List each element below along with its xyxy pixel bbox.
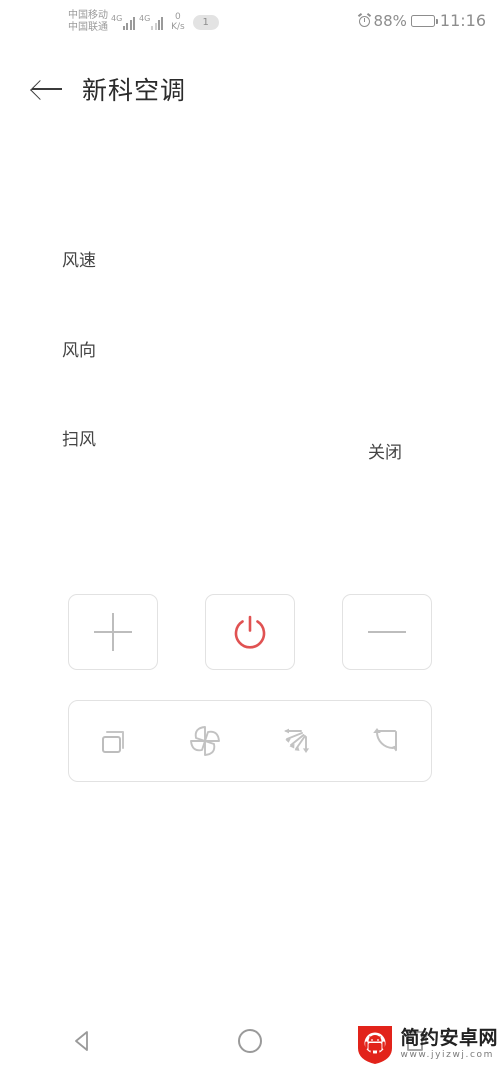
nav-back-triangle-icon — [75, 1031, 89, 1051]
wind-direction-icon — [284, 728, 310, 753]
network-speed-value: 0 — [175, 12, 181, 22]
setting-row-wind-direction[interactable]: 风向 — [62, 336, 96, 361]
watermark-site-url: www.jyizwj.com — [400, 1049, 494, 1060]
battery-icon — [410, 14, 438, 27]
control-button-row — [0, 594, 500, 674]
nav-home-button[interactable] — [215, 1017, 285, 1065]
sim2-network-type: 4G — [139, 13, 151, 23]
setting-row-fan-speed[interactable]: 风速 — [62, 246, 96, 271]
power-icon — [234, 615, 266, 649]
fan-speed-button[interactable] — [160, 701, 251, 781]
network-speed-unit: K/s — [171, 22, 185, 32]
increase-button[interactable] — [68, 594, 158, 670]
power-button[interactable] — [205, 594, 295, 670]
swing-button[interactable] — [341, 701, 432, 781]
minus-icon — [368, 631, 406, 633]
fan-pinwheel-icon — [189, 726, 220, 756]
decrease-button[interactable] — [342, 594, 432, 670]
status-bar: 中国移动 中国联通 4G 4G 0 K/s 1 88% 11:16 — [0, 0, 500, 48]
sim1-network-type: 4G — [111, 13, 123, 23]
status-bar-clock: 11:16 — [439, 11, 486, 30]
swing-loop-icon — [372, 728, 397, 752]
sim1-signal-bars-icon — [123, 16, 136, 30]
plus-icon — [94, 613, 132, 651]
status-bar-left: 中国移动 中国联通 4G 4G 0 K/s 1 — [68, 10, 219, 34]
signal-indicators: 4G 4G — [111, 13, 167, 30]
back-button[interactable] — [20, 62, 74, 116]
watermark-site-name: 简约安卓网 — [400, 1026, 498, 1049]
carrier-names: 中国移动 中国联通 — [68, 10, 108, 34]
notification-count-badge: 1 — [192, 14, 219, 30]
mode-icon — [102, 731, 125, 753]
battery-percent-label: 88% — [373, 11, 407, 30]
nav-home-circle-icon — [237, 1029, 262, 1053]
carrier-primary: 中国移动 — [68, 10, 108, 21]
network-speed: 0 K/s — [171, 12, 185, 32]
nav-back-button[interactable] — [48, 1017, 118, 1065]
sim1-signal: 4G — [111, 13, 136, 30]
status-bar-right: 88% 11:16 — [357, 11, 486, 30]
wind-direction-button[interactable] — [250, 701, 341, 781]
back-arrow-icon — [32, 78, 62, 100]
app-bar: 新科空调 — [0, 60, 500, 118]
page-title: 新科空调 — [82, 76, 187, 105]
watermark-texts: 简约安卓网 www.jyizwj.com — [400, 1026, 498, 1061]
android-shield-logo-icon — [358, 1026, 393, 1064]
sim2-signal-bars-icon — [151, 16, 164, 30]
sim2-signal: 4G — [139, 13, 164, 30]
site-watermark: 简约安卓网 www.jyizwj.com — [355, 1022, 498, 1066]
mode-button[interactable] — [69, 701, 160, 781]
setting-value-swing: 关闭 — [368, 443, 402, 463]
carrier-secondary: 中国联通 — [68, 22, 108, 33]
setting-row-swing[interactable]: 扫风 — [62, 425, 96, 450]
alarm-clock-icon — [357, 12, 371, 27]
mode-icon-strip — [68, 700, 432, 782]
